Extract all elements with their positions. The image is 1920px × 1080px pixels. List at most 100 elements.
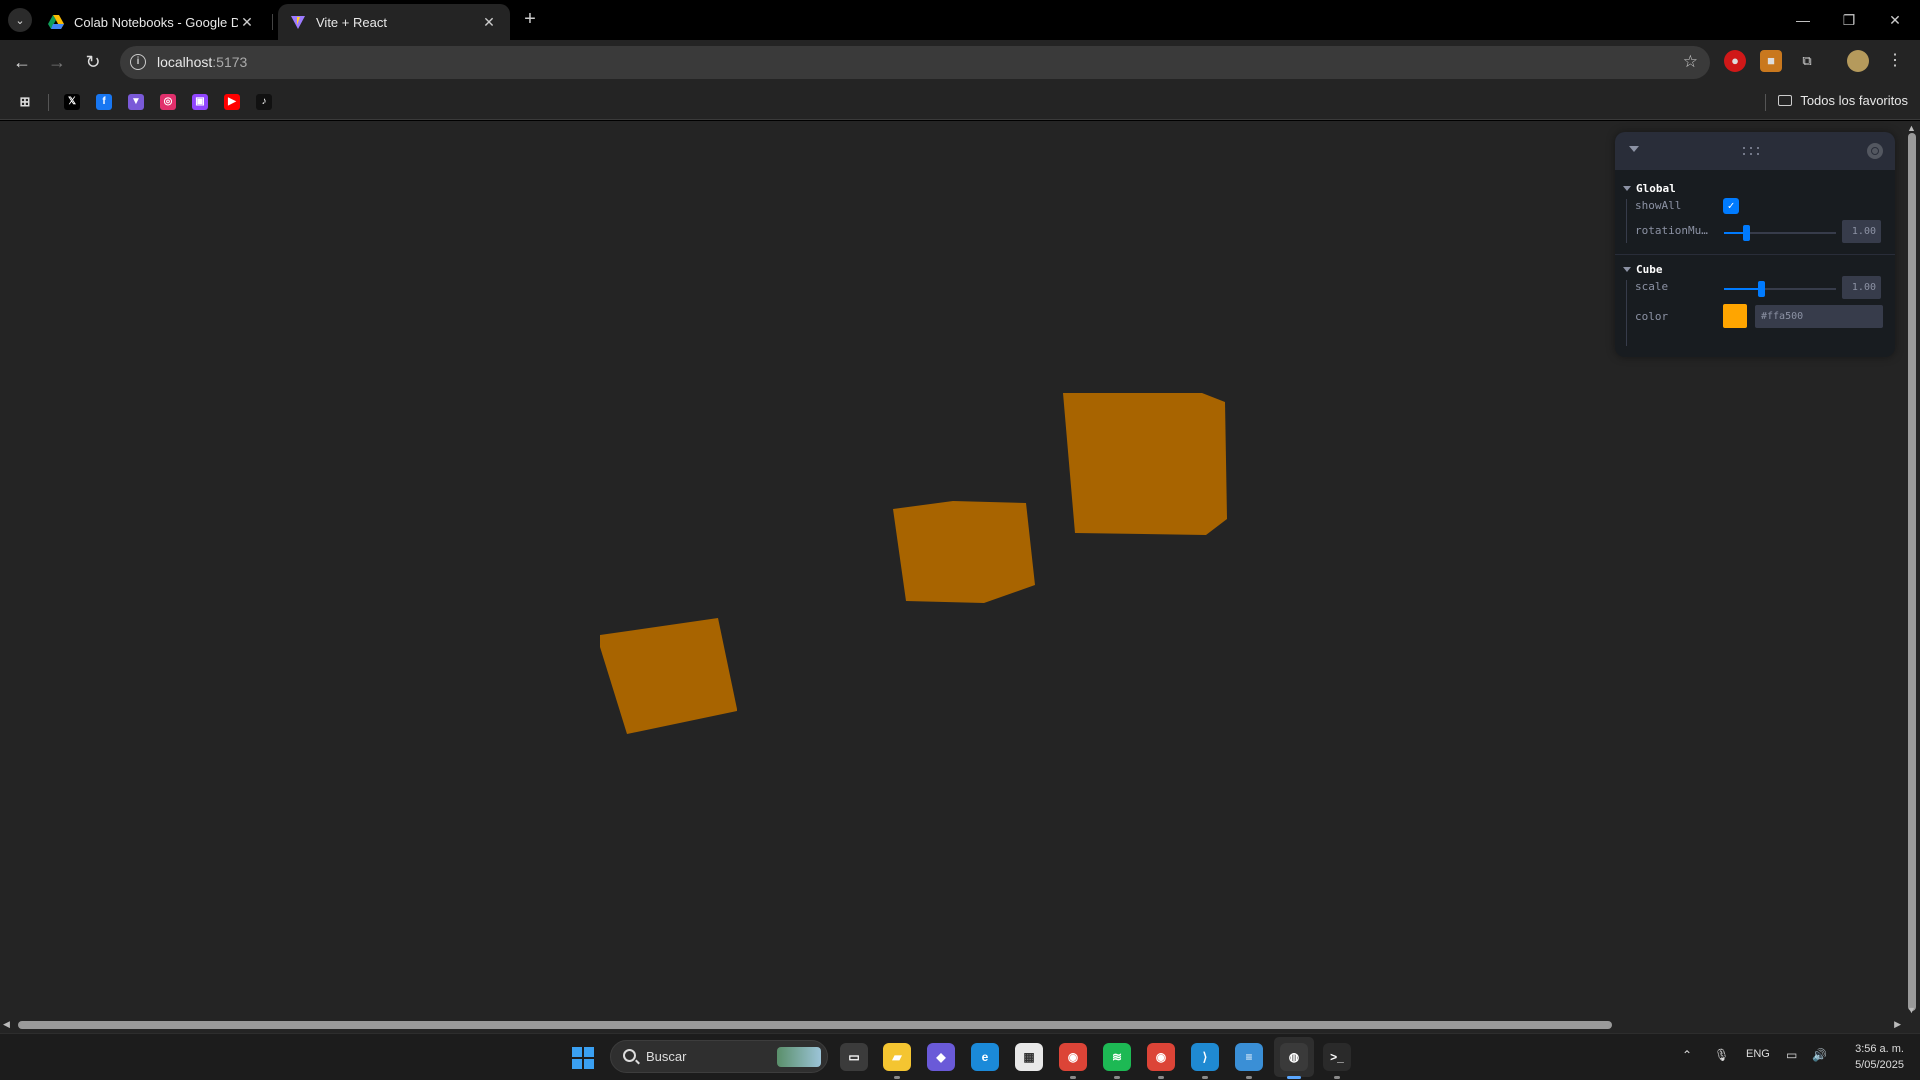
vscode-icon[interactable]: ⟩ (1191, 1043, 1219, 1071)
control-label-color: color (1635, 310, 1669, 323)
taskbar-search[interactable]: Buscar (610, 1040, 828, 1073)
x-icon[interactable]: 𝕏 (64, 94, 80, 110)
terminal-icon[interactable]: >_ (1323, 1043, 1351, 1071)
system-clock[interactable]: 3:56 a. m. 5/05/2025 (1855, 1041, 1904, 1073)
tab-search-button[interactable]: ⌄ (8, 8, 32, 32)
reload-button[interactable]: ↻ (81, 50, 105, 74)
more-menu-icon[interactable]: ⋮ (1884, 50, 1906, 72)
url-text[interactable]: localhost:5173 (157, 54, 247, 70)
new-tab-button[interactable]: + (518, 8, 542, 32)
rotation-slider[interactable] (1724, 225, 1836, 241)
tab-separator (272, 14, 273, 30)
edge-icon[interactable]: e (971, 1043, 999, 1071)
caret-down-icon (1623, 266, 1631, 272)
vertical-scrollbar[interactable]: ▲ ▼ (1904, 121, 1920, 1033)
notepad-icon[interactable]: ≡ (1235, 1043, 1263, 1071)
drag-handle-icon[interactable] (1743, 145, 1765, 157)
triangle-app-icon[interactable]: ▼ (128, 94, 144, 110)
horizontal-scrollbar[interactable]: ◀ ▶ (0, 1017, 1904, 1033)
rotation-number-input[interactable]: 1.00 (1842, 220, 1881, 243)
restore-button[interactable]: ❐ (1826, 0, 1872, 40)
scale-slider[interactable] (1724, 281, 1836, 297)
bookmarks-separator (1765, 94, 1766, 111)
slider-handle[interactable] (1758, 281, 1765, 297)
scroll-up-arrow-icon[interactable]: ▲ (1907, 123, 1916, 133)
close-window-button[interactable]: ✕ (1872, 0, 1918, 40)
tab-close-icon[interactable]: ✕ (480, 14, 498, 31)
bookmark-star-icon[interactable]: ☆ (1683, 52, 1698, 72)
folder-divider (1615, 254, 1895, 255)
chevron-down-icon: ⌄ (15, 14, 25, 27)
vertical-scroll-thumb[interactable] (1908, 133, 1916, 1011)
scroll-left-arrow-icon[interactable]: ◀ (3, 1019, 10, 1030)
extension-orange-icon[interactable]: ■ (1760, 50, 1782, 72)
all-bookmarks-folder[interactable]: Todos los favoritos (1778, 93, 1908, 108)
extensions-puzzle-icon[interactable]: ⧉ (1796, 50, 1818, 72)
horizontal-scroll-thumb[interactable] (18, 1021, 1612, 1029)
scale-number-input[interactable]: 1.00 (1842, 276, 1881, 299)
showall-checkbox[interactable]: ✓ (1723, 198, 1739, 214)
folder-icon[interactable]: ▰ (883, 1043, 911, 1071)
running-indicator (1158, 1076, 1164, 1079)
site-info-icon[interactable]: i (130, 54, 146, 70)
running-indicator (894, 1076, 900, 1079)
facebook-icon[interactable]: f (96, 94, 112, 110)
chrome-icon[interactable]: ◉ (1147, 1043, 1175, 1071)
folder-title-text: Cube (1636, 262, 1663, 276)
start-button[interactable] (572, 1047, 594, 1069)
arrow-right-icon: → (48, 52, 66, 72)
microphone-icon[interactable]: 🎙 (1714, 1048, 1729, 1062)
search-icon[interactable] (1867, 143, 1883, 159)
apps-grid-icon[interactable]: ⊞ (17, 94, 33, 110)
address-bar[interactable]: i localhost:5173 ☆ (120, 46, 1710, 79)
twitch-icon[interactable]: ▣ (192, 94, 208, 110)
tab-label: Vite + React (316, 14, 387, 30)
collapse-chevron-icon[interactable] (1629, 146, 1639, 152)
volume-icon[interactable]: 🔊 (1812, 1048, 1827, 1062)
running-indicator (1334, 1076, 1340, 1079)
folder-icon (1778, 95, 1793, 106)
tab-close-icon[interactable]: ✕ (238, 14, 256, 31)
scroll-right-arrow-icon[interactable]: ▶ (1894, 1019, 1901, 1030)
screen: ⌄ Colab Notebooks - Google Dri ✕ Vite + … (0, 0, 1920, 1080)
profile-avatar[interactable] (1847, 50, 1869, 72)
scroll-down-arrow-icon[interactable]: ▼ (1907, 1005, 1916, 1015)
color-hex-input[interactable]: #ffa500 (1755, 305, 1883, 328)
folder-cube-title[interactable]: Cube (1623, 262, 1663, 276)
obs-icon[interactable]: ◍ (1280, 1043, 1308, 1071)
color-swatch[interactable] (1723, 304, 1747, 328)
extension-red-icon[interactable]: ● (1724, 50, 1746, 72)
store-icon[interactable]: ▦ (1015, 1043, 1043, 1071)
back-button[interactable]: ← (10, 50, 34, 74)
youtube-icon[interactable]: ▶ (224, 94, 240, 110)
running-indicator (1202, 1076, 1208, 1079)
spotify-icon[interactable]: ≋ (1103, 1043, 1131, 1071)
reload-icon: ↻ (85, 52, 101, 72)
copilot-icon[interactable]: ◆ (927, 1043, 955, 1071)
chrome-icon[interactable]: ◉ (1059, 1043, 1087, 1071)
folder-global-title[interactable]: Global (1623, 181, 1676, 195)
tiktok-icon[interactable]: ♪ (256, 94, 272, 110)
tab-strip: ⌄ Colab Notebooks - Google Dri ✕ Vite + … (0, 0, 1920, 40)
folder-title-text: Global (1636, 181, 1676, 195)
task-view-icon[interactable]: ▭ (840, 1043, 868, 1071)
minimize-button[interactable]: — (1780, 0, 1826, 40)
slider-handle[interactable] (1743, 225, 1750, 241)
check-icon: ✓ (1727, 199, 1735, 212)
bookmarks-bar: ⊞ 𝕏f ▼ ◎ ▣ ▶ ♪ Todos los favoritos (0, 85, 1920, 120)
caret-down-icon (1623, 185, 1631, 191)
leva-title-bar[interactable] (1615, 132, 1895, 170)
language-indicator[interactable]: ENG (1746, 1048, 1770, 1060)
tab-colab-notebooks[interactable]: Colab Notebooks - Google Dri ✕ (36, 4, 268, 40)
tray-overflow-icon[interactable]: ⌃ (1682, 1048, 1692, 1062)
clock-time: 3:56 a. m. (1855, 1043, 1904, 1055)
tab-vite-react[interactable]: Vite + React ✕ (278, 4, 510, 40)
page-viewport[interactable]: Global showAll ✓ rotationMu… 1.00 Cube s… (0, 121, 1920, 1033)
control-label-scale: scale (1635, 280, 1669, 293)
instagram-icon[interactable]: ◎ (160, 94, 176, 110)
running-indicator (1070, 1076, 1076, 1079)
control-label-showall: showAll (1635, 199, 1682, 212)
forward-button[interactable]: → (45, 50, 69, 74)
network-icon[interactable]: ▭ (1786, 1048, 1797, 1062)
search-icon (623, 1049, 636, 1062)
